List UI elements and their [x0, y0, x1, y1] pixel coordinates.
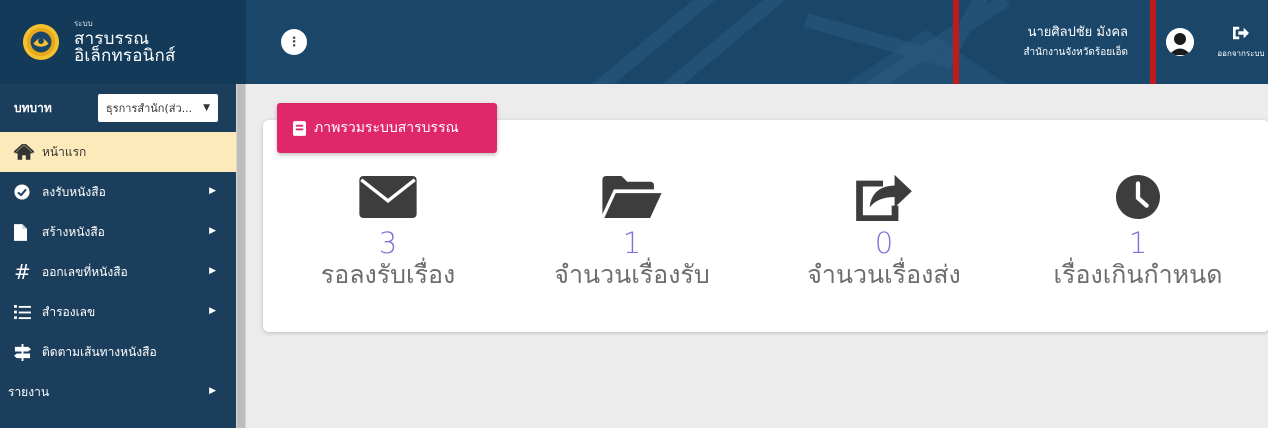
- stat-label: จำนวนเรื่องรับ: [554, 260, 710, 289]
- brand-text: ระบบ สารบรรณอิเล็กทรอนิกส์: [74, 18, 246, 66]
- hash-icon: #: [14, 260, 31, 284]
- top-bar: ระบบ สารบรรณอิเล็กทรอนิกส์ ⋮ นายศิลปชัย …: [0, 0, 1268, 84]
- sidebar-item-label: ติดตามเส้นทางหนังสือ: [42, 344, 157, 359]
- sidebar-item-create[interactable]: สร้างหนังสือ ▶: [0, 212, 236, 252]
- sidebar-item-label: ออกเลขที่หนังสือ: [42, 264, 128, 279]
- caret-right-icon: ▶: [209, 266, 216, 276]
- stat-sent[interactable]: 0 จำนวนเรื่องส่ง: [759, 170, 1009, 290]
- stat-count: 3: [378, 226, 398, 260]
- caret-right-icon: ▶: [209, 226, 216, 236]
- stat-received[interactable]: 1 จำนวนเรื่องรับ: [507, 170, 757, 290]
- sign-out-icon: [1233, 26, 1249, 40]
- vertical-dots-icon: ⋮: [287, 34, 301, 50]
- sidebar-item-label: ลงรับหนังสือ: [42, 184, 106, 199]
- sidebar-item-receive[interactable]: ลงรับหนังสือ ▶: [0, 172, 236, 212]
- sidebar-item-issue-number[interactable]: # ออกเลขที่หนังสือ ▶: [0, 252, 236, 292]
- sidebar-item-label: รายงาน: [8, 384, 50, 399]
- envelope-icon: [263, 170, 513, 224]
- logout-button[interactable]: ออกจากระบบ: [1211, 25, 1268, 60]
- avatar[interactable]: [1166, 28, 1194, 56]
- scrollbar-thumb[interactable]: [237, 84, 245, 428]
- role-row: บทบาท ธุรการสำนัก(ส่ว... ▼: [0, 84, 236, 132]
- caret-right-icon: ▶: [209, 186, 216, 196]
- menu-toggle-button[interactable]: ⋮: [281, 29, 307, 55]
- sidebar-item-label: สำรองเลข: [42, 304, 96, 319]
- sidebar-item-label: หน้าแรก: [42, 144, 87, 159]
- sidebar-item-reserve-number[interactable]: สำรองเลข ▶: [0, 292, 236, 332]
- file-icon: [14, 222, 42, 242]
- folder-open-icon: [507, 170, 757, 224]
- sidebar-item-report[interactable]: รายงาน ▶: [0, 372, 236, 412]
- overview-title-button[interactable]: ภาพรวมระบบสารบรรณ: [277, 103, 497, 153]
- share-icon: [759, 170, 1009, 224]
- brand-subtitle: ระบบ: [74, 18, 93, 28]
- seal-logo-icon: [22, 23, 60, 61]
- stat-label: เรื่องเกินกำหนด: [1053, 260, 1223, 289]
- brand[interactable]: ระบบ สารบรรณอิเล็กทรอนิกส์: [0, 0, 246, 84]
- caret-down-icon: ▼: [203, 103, 210, 113]
- role-select[interactable]: ธุรการสำนัก(ส่ว... ▼: [98, 94, 218, 122]
- sidebar-item-home[interactable]: หน้าแรก: [0, 132, 236, 172]
- stat-count: 1: [1128, 226, 1148, 260]
- caret-right-icon: ▶: [209, 386, 216, 396]
- brand-title: สารบรรณอิเล็กทรอนิกส์: [74, 28, 176, 66]
- stat-label: รอลงรับเรื่อง: [320, 260, 456, 289]
- sidebar-scrollbar[interactable]: [236, 84, 246, 428]
- sidebar-item-track[interactable]: ติดตามเส้นทางหนังสือ: [0, 332, 236, 372]
- role-select-value: ธุรการสำนัก(ส่ว...: [106, 102, 193, 115]
- user-avatar-icon: [1166, 28, 1194, 56]
- book-icon: [293, 120, 306, 136]
- stat-label: จำนวนเรื่องส่ง: [807, 260, 961, 289]
- stat-overdue[interactable]: 1 เรื่องเกินกำหนด: [1013, 170, 1263, 290]
- annotation-highlight-box: [953, 0, 1156, 84]
- home-icon: [14, 142, 42, 162]
- check-circle-icon: [14, 182, 42, 202]
- caret-right-icon: ▶: [209, 306, 216, 316]
- signpost-icon: [14, 342, 42, 362]
- numbered-list-icon: [14, 302, 42, 322]
- logout-label: ออกจากระบบ: [1217, 49, 1265, 58]
- stat-pending[interactable]: 3 รอลงรับเรื่อง: [263, 170, 513, 290]
- sidebar-item-label: สร้างหนังสือ: [42, 224, 105, 239]
- navbar: ⋮ นายศิลปชัย มังคล สำนักงานจังหวัดร้อยเอ…: [246, 0, 1268, 84]
- stat-count: 1: [622, 226, 642, 260]
- overview-title: ภาพรวมระบบสารบรรณ: [314, 120, 459, 136]
- role-label: บทบาท: [14, 100, 52, 115]
- sidebar: บทบาท ธุรการสำนัก(ส่ว... ▼ หน้าแรก ลงรับ…: [0, 84, 236, 428]
- stat-count: 0: [874, 226, 894, 260]
- clock-icon: [1013, 170, 1263, 224]
- main-content: 3 รอลงรับเรื่อง 1 จำนวนเรื่องรับ 0 จำนวน…: [246, 84, 1268, 428]
